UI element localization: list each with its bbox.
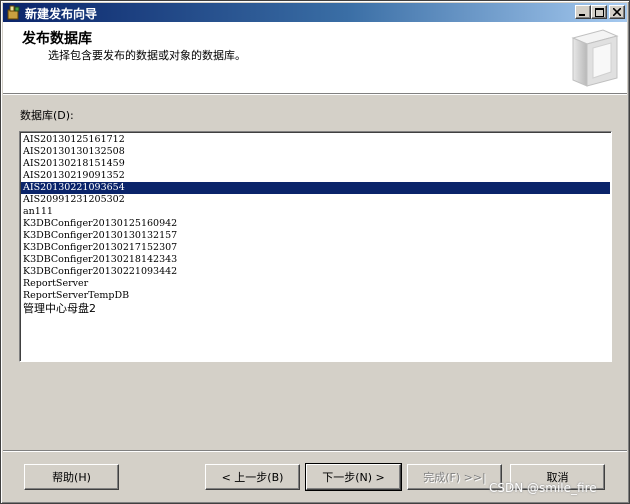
database-list-item[interactable]: ReportServerTempDB [21,290,610,302]
database-list-item[interactable]: K3DBConfiger20130130132157 [21,230,610,242]
database-list-label: 数据库(D): [20,109,74,122]
title-bar[interactable]: 新建发布向导 [3,3,627,22]
wizard-window: 新建发布向导 发布数据库 选择包含要发布的数据或对象的数据库。 数据库(D): … [0,0,630,504]
database-list-item[interactable]: K3DBConfiger20130218142343 [21,254,610,266]
maximize-button[interactable] [591,5,607,19]
page-title: 发布数据库 [22,31,92,47]
page-subtitle: 选择包含要发布的数据或对象的数据库。 [48,49,246,62]
database-list-item[interactable]: AIS20130130132508 [21,146,610,158]
wizard-header: 发布数据库 选择包含要发布的数据或对象的数据库。 [3,22,627,93]
database-listbox[interactable]: AIS20130125161712 AIS20130130132508 AIS201… [19,131,612,362]
window-title: 新建发布向导 [25,7,98,21]
database-list-item[interactable]: AIS20991231205302 [21,194,610,206]
close-button[interactable] [609,5,625,19]
footer-divider [3,450,627,452]
database-list-item[interactable]: K3DBConfiger20130217152307 [21,242,610,254]
next-button[interactable]: 下一步(N) > [305,463,402,491]
maximize-icon [594,7,604,17]
database-list-item[interactable]: an111 [21,206,610,218]
help-button[interactable]: 帮助(H) [24,464,119,490]
finish-button: 完成(F) >>| [407,464,502,490]
app-icon [7,5,20,20]
book-icon [571,29,619,87]
database-list-item[interactable]: K3DBConfiger20130221093442 [21,266,610,278]
database-list-item[interactable]: 管理中心母盘2 [21,302,610,315]
minimize-button[interactable] [575,5,591,19]
database-list-item[interactable]: AIS20130221093654 [21,182,610,194]
minimize-icon [579,14,585,16]
database-list-item[interactable]: ReportServer [21,278,610,290]
header-divider [3,93,627,95]
database-list-item[interactable]: AIS20130218151459 [21,158,610,170]
database-list-item[interactable]: K3DBConfiger20130125160942 [21,218,610,230]
database-list-item[interactable]: AIS20130219091352 [21,170,610,182]
back-button[interactable]: < 上一步(B) [205,464,300,490]
database-list-item[interactable]: AIS20130125161712 [21,134,610,146]
watermark: CSDN @smile_fire [489,481,597,495]
close-icon [613,8,621,16]
